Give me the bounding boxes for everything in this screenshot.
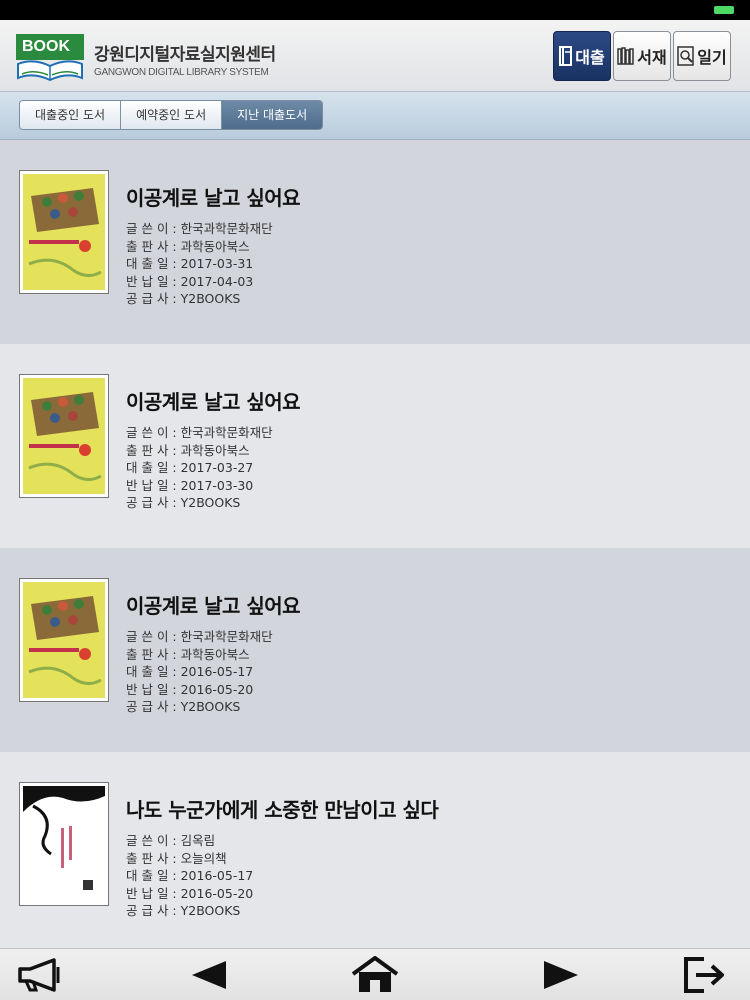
book-list: 이공계로 날고 싶어요 글 쓴 이 : 한국과학문화재단 출 판 사 : 과학동… xyxy=(0,140,750,948)
tab-reservations[interactable]: 예약중인 도서 xyxy=(121,101,223,129)
forward-arrow-icon xyxy=(544,961,578,989)
return-date-value: 2017-03-30 xyxy=(180,477,254,493)
return-date-label: 반 납 일 : xyxy=(126,273,181,289)
book-meta: 글 쓴 이 : 한국과학문화재단 출 판 사 : 과학동아북스 대 출 일 : … xyxy=(126,220,273,308)
book-meta: 글 쓴 이 : 한국과학문화재단 출 판 사 : 과학동아북스 대 출 일 : … xyxy=(126,628,273,716)
supplier-label: 공 급 사 : xyxy=(126,291,181,306)
supplier-value: Y2BOOKS xyxy=(180,699,241,714)
loan-date-value: 2016-05-17 xyxy=(180,868,254,883)
supplier-value: Y2BOOKS xyxy=(180,495,241,510)
site-subtitle: GANGWON DIGITAL LIBRARY SYSTEM xyxy=(94,67,269,78)
open-book-icon xyxy=(17,60,83,82)
cover-image xyxy=(23,786,105,902)
book-cover xyxy=(19,782,109,906)
loan-date-label: 대 출 일 : xyxy=(126,460,181,475)
tab-bar: 대출중인 도서 예약중인 도서 지난 대출도서 xyxy=(0,92,750,140)
publisher-value: 과학동아북스 xyxy=(180,442,250,458)
return-date-value: 2016-05-20 xyxy=(180,885,254,901)
bookshelf-button[interactable]: 서재 xyxy=(613,31,671,81)
publisher-label: 출 판 사 : xyxy=(126,238,181,254)
supplier-value: Y2BOOKS xyxy=(180,291,241,306)
site-title: 강원디지털자료실지원센터 xyxy=(94,45,276,65)
book-title: 이공계로 날고 싶어요 xyxy=(126,390,301,414)
home-icon xyxy=(351,956,399,992)
loan-date-label: 대 출 일 : xyxy=(126,868,181,883)
bookshelf-icon xyxy=(617,47,635,65)
library-logo: BOOK xyxy=(16,34,84,82)
book-title: 이공계로 날고 싶어요 xyxy=(126,186,301,210)
book-title: 나도 누군가에게 소중한 만남이고 싶다 xyxy=(126,798,439,822)
return-date-label: 반 납 일 : xyxy=(126,885,181,901)
book-cover xyxy=(19,578,109,702)
loan-date-label: 대 출 일 : xyxy=(126,664,181,679)
book-meta: 글 쓴 이 : 한국과학문화재단 출 판 사 : 과학동아북스 대 출 일 : … xyxy=(126,424,273,512)
tab-current-loans[interactable]: 대출중인 도서 xyxy=(20,101,122,129)
return-date-value: 2017-04-03 xyxy=(180,273,254,289)
author-label: 글 쓴 이 : xyxy=(126,425,181,440)
author-value: 김옥림 xyxy=(180,833,216,848)
publisher-label: 출 판 사 : xyxy=(126,646,181,662)
supplier-label: 공 급 사 : xyxy=(126,903,181,918)
loan-date-value: 2017-03-31 xyxy=(180,256,254,271)
return-date-label: 반 납 일 : xyxy=(126,681,181,697)
author-label: 글 쓴 이 : xyxy=(126,221,181,236)
book-list-item[interactable]: 이공계로 날고 싶어요 글 쓴 이 : 한국과학문화재단 출 판 사 : 과학동… xyxy=(0,548,750,752)
return-date-label: 반 납 일 : xyxy=(126,477,181,493)
book-list-item[interactable]: 나도 누군가에게 소중한 만남이고 싶다 글 쓴 이 : 김옥림 출 판 사 :… xyxy=(0,752,750,948)
bookshelf-button-label: 서재 xyxy=(637,48,667,67)
segmented-tabs: 대출중인 도서 예약중인 도서 지난 대출도서 xyxy=(19,100,324,130)
back-button[interactable] xyxy=(184,955,232,995)
loan-button[interactable]: 대출 xyxy=(553,31,611,81)
notice-button[interactable] xyxy=(16,955,64,995)
forward-button[interactable] xyxy=(538,955,586,995)
book-icon xyxy=(559,46,573,66)
publisher-value: 과학동아북스 xyxy=(180,646,250,662)
tab-past-loans[interactable]: 지난 대출도서 xyxy=(222,101,323,129)
publisher-label: 출 판 사 : xyxy=(126,850,181,866)
author-value: 한국과학문화재단 xyxy=(180,221,273,236)
logo-text: BOOK xyxy=(16,34,84,60)
book-list-item[interactable]: 이공계로 날고 싶어요 글 쓴 이 : 한국과학문화재단 출 판 사 : 과학동… xyxy=(0,140,750,344)
supplier-label: 공 급 사 : xyxy=(126,495,181,510)
logout-button[interactable] xyxy=(682,955,730,995)
book-meta: 글 쓴 이 : 김옥림 출 판 사 : 오늘의책 대 출 일 : 2016-05… xyxy=(126,832,253,920)
book-cover xyxy=(19,374,109,498)
home-button[interactable] xyxy=(351,955,399,995)
cover-image xyxy=(23,378,105,494)
back-arrow-icon xyxy=(192,961,226,989)
loan-date-label: 대 출 일 : xyxy=(126,256,181,271)
publisher-value: 과학동아북스 xyxy=(180,238,250,254)
author-label: 글 쓴 이 : xyxy=(126,833,181,848)
book-cover xyxy=(19,170,109,294)
author-value: 한국과학문화재단 xyxy=(180,425,273,440)
book-list-item[interactable]: 이공계로 날고 싶어요 글 쓴 이 : 한국과학문화재단 출 판 사 : 과학동… xyxy=(0,344,750,548)
status-bar xyxy=(0,0,750,20)
author-label: 글 쓴 이 : xyxy=(126,629,181,644)
app-header: BOOK 강원디지털자료실지원센터 GANGWON DIGITAL LIBRAR… xyxy=(0,20,750,92)
loan-date-value: 2017-03-27 xyxy=(180,460,254,475)
loan-date-value: 2016-05-17 xyxy=(180,664,254,679)
publisher-value: 오늘의책 xyxy=(180,850,227,866)
author-value: 한국과학문화재단 xyxy=(180,629,273,644)
bottom-toolbar xyxy=(0,948,750,1000)
diary-button-label: 일기 xyxy=(697,48,727,67)
cover-image xyxy=(23,582,105,698)
search-doc-icon xyxy=(677,46,695,66)
return-date-value: 2016-05-20 xyxy=(180,681,254,697)
logout-icon xyxy=(684,957,724,993)
publisher-label: 출 판 사 : xyxy=(126,442,181,458)
battery-icon xyxy=(714,6,734,14)
supplier-label: 공 급 사 : xyxy=(126,699,181,714)
book-title: 이공계로 날고 싶어요 xyxy=(126,594,301,618)
megaphone-icon xyxy=(18,958,60,992)
diary-button[interactable]: 일기 xyxy=(673,31,731,81)
supplier-value: Y2BOOKS xyxy=(180,903,241,918)
cover-image xyxy=(23,174,105,290)
loan-button-label: 대출 xyxy=(575,48,605,67)
